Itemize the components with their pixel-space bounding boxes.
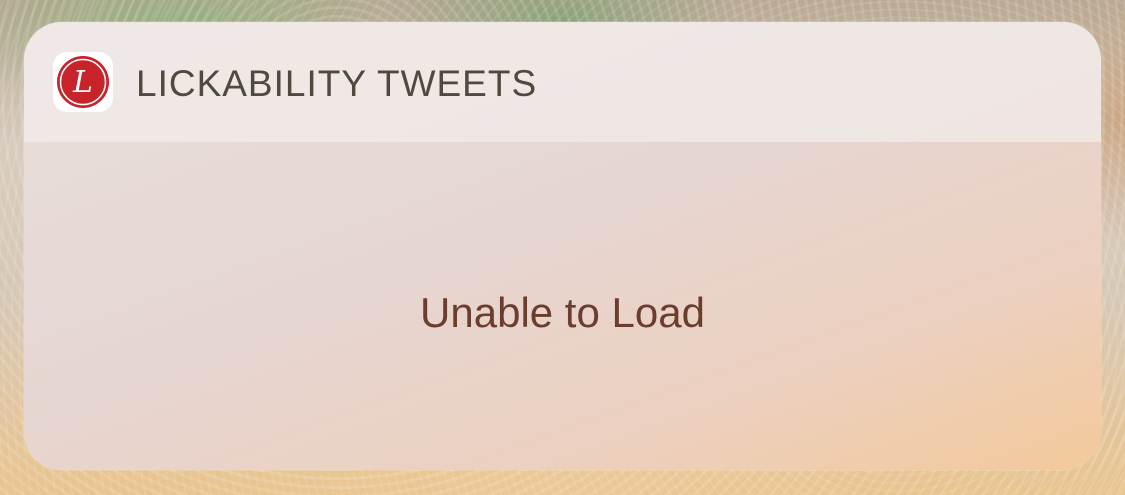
today-widget[interactable]: L LICKABILITY TWEETS Unable to Load	[24, 22, 1101, 470]
widget-header[interactable]: L LICKABILITY TWEETS	[24, 22, 1101, 142]
unable-to-load-message: Unable to Load	[420, 289, 705, 336]
widget-app-name: LICKABILITY TWEETS	[136, 63, 538, 104]
lickability-logo-icon: L	[53, 52, 113, 112]
svg-text:L: L	[72, 65, 93, 100]
widget-body[interactable]: Unable to Load	[24, 142, 1101, 470]
